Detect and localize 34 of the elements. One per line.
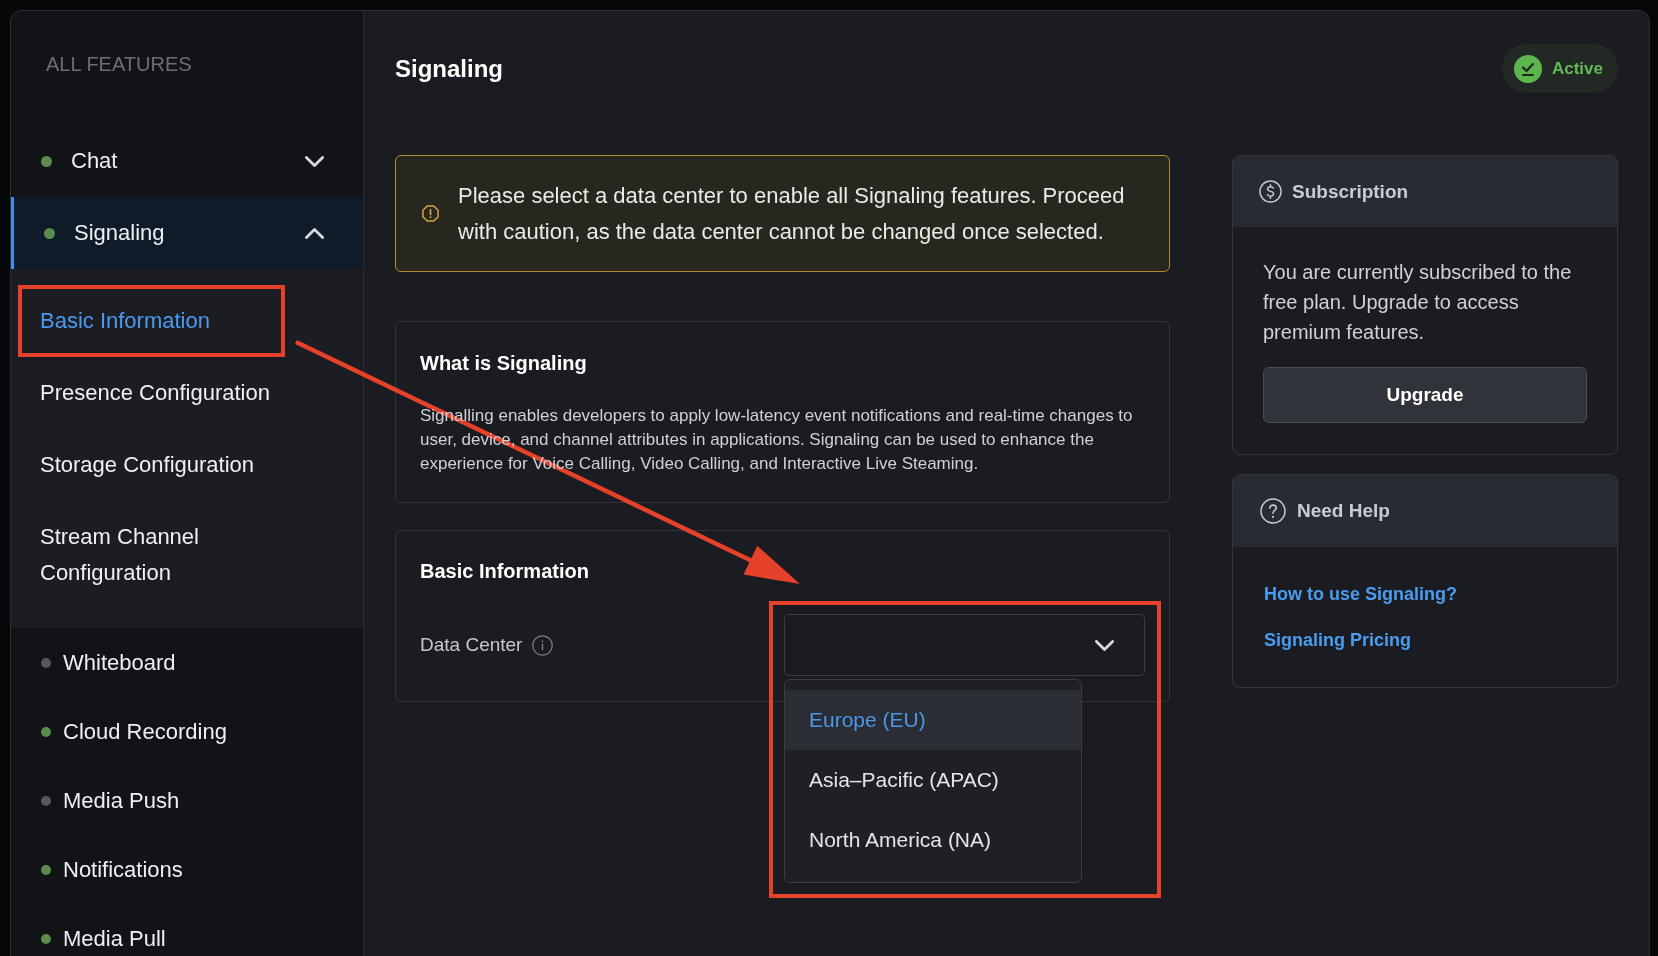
- dropdown-option[interactable]: North America (NA): [785, 810, 1081, 870]
- dropdown-option[interactable]: Asia–Pacific (APAC): [785, 750, 1081, 810]
- warning-icon: [422, 205, 439, 222]
- sidebar-item[interactable]: Notifications: [11, 835, 363, 904]
- help-link[interactable]: Signaling Pricing: [1264, 626, 1411, 654]
- status-label: Active: [1551, 57, 1603, 80]
- alert-text: Please select a data center to enable all Signaling features. Proceed with caution, as the data center cannot be changed once selected.: [458, 181, 1126, 246]
- sidebar-item[interactable]: Cloud Recording: [11, 697, 363, 766]
- help-icon: [1260, 498, 1286, 524]
- upgrade-button[interactable]: Upgrade: [1263, 367, 1587, 423]
- sidebar-item[interactable]: Chat: [11, 125, 363, 197]
- card-title: Subscription: [1292, 179, 1409, 204]
- sidebar-heading: ALL FEATURES: [46, 53, 192, 76]
- dropdown-option[interactable]: Europe (EU): [785, 690, 1081, 750]
- dollar-icon: [1259, 180, 1282, 203]
- help-link[interactable]: How to use Signaling?: [1264, 580, 1457, 608]
- card-title: Need Help: [1297, 499, 1390, 523]
- sidebar-subitem[interactable]: Stream Channel Configuration: [18, 501, 285, 609]
- sidebar-subitem[interactable]: Basic Information: [18, 285, 285, 357]
- sidebar-item[interactable]: Whiteboard: [11, 628, 363, 697]
- check-icon: [1513, 54, 1542, 83]
- sidebar-item[interactable]: Media Push: [11, 766, 363, 835]
- data-center-select[interactable]: [784, 614, 1145, 676]
- sidebar-item[interactable]: Signaling: [11, 197, 363, 269]
- sidebar-item[interactable]: Media Pull: [11, 904, 363, 956]
- field-label: Data Center: [420, 633, 523, 657]
- sidebar-subitem[interactable]: Storage Configuration: [18, 429, 285, 501]
- chevron-down-icon: [1095, 639, 1114, 651]
- sidebar-subitem[interactable]: Presence Configuration: [18, 357, 285, 429]
- page-title: Signaling: [395, 53, 503, 84]
- card-title: Basic Information: [420, 559, 590, 584]
- card-title: What is Signaling: [420, 351, 588, 376]
- info-icon: [532, 634, 554, 656]
- card-text: You are currently subscribed to the free plan. Upgrade to access premium features.: [1263, 260, 1573, 345]
